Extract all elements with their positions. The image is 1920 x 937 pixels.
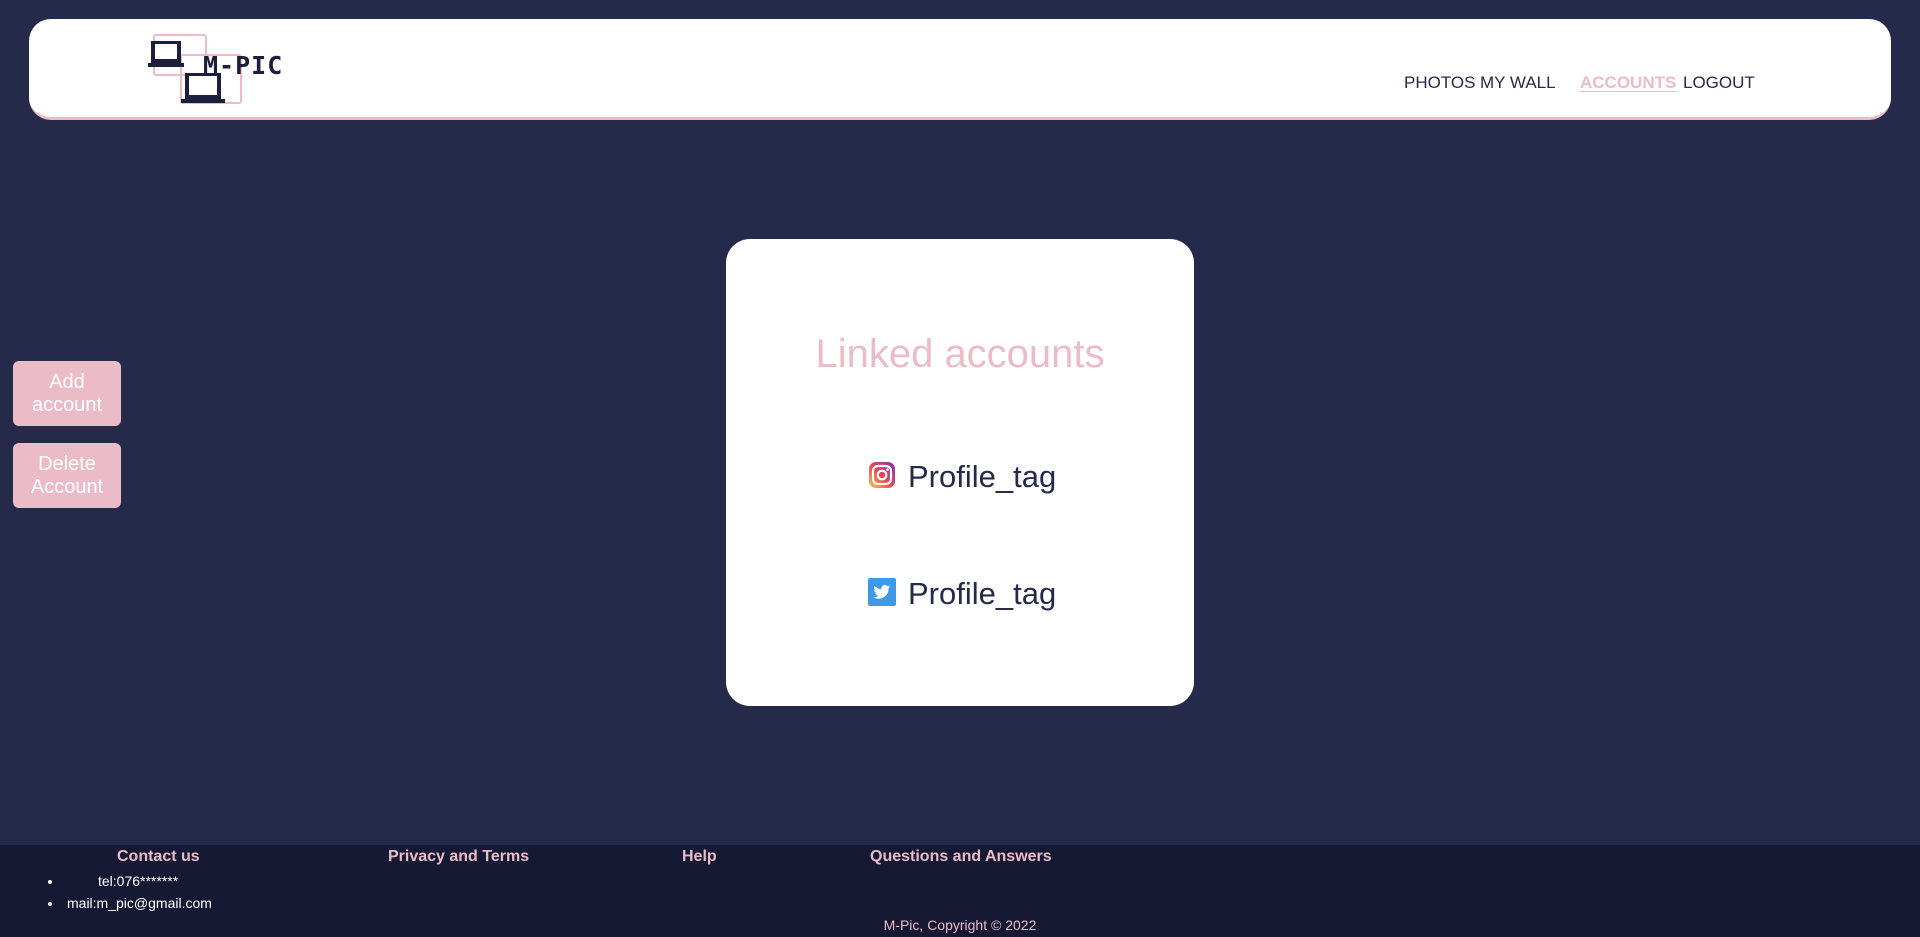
footer-privacy-link[interactable]: Privacy and Terms	[388, 848, 529, 866]
footer: Contact us Privacy and Terms Help Questi…	[0, 845, 1920, 937]
account-tag-twitter: Profile_tag	[908, 576, 1057, 611]
twitter-icon	[868, 578, 896, 606]
footer-copyright: M-Pic, Copyright © 2022	[883, 917, 1037, 933]
top-header: M-PIC PHOTOS MY WALL ACCOUNTS LOGOUT	[29, 19, 1891, 120]
footer-phone: tel:076*******	[63, 870, 212, 892]
nav-my-wall[interactable]: MY WALL	[1480, 73, 1556, 93]
delete-account-button[interactable]: Delete Account	[13, 443, 121, 508]
add-account-label-2: account	[31, 393, 103, 416]
footer-qa-link[interactable]: Questions and Answers	[870, 848, 1052, 866]
delete-account-label-1: Delete	[38, 452, 96, 475]
footer-help-link[interactable]: Help	[682, 848, 717, 866]
brand-name: M-PIC	[203, 51, 284, 80]
delete-account-label-2: Account	[30, 475, 104, 498]
footer-contact-list: tel:076******* mail:m_pic@gmail.com	[63, 870, 212, 914]
add-account-button[interactable]: Add account	[13, 361, 121, 426]
linked-accounts-card: Linked accounts Profile_tag Profile_tag	[726, 239, 1194, 706]
nav-photos[interactable]: PHOTOS	[1404, 73, 1475, 93]
card-title: Linked accounts	[815, 332, 1105, 376]
nav-logout[interactable]: LOGOUT	[1683, 73, 1755, 93]
account-row-instagram[interactable]: Profile_tag	[868, 459, 1068, 501]
footer-email: mail:m_pic@gmail.com	[63, 892, 212, 914]
footer-contact-heading[interactable]: Contact us	[117, 848, 200, 866]
add-account-label-1: Add	[49, 370, 85, 393]
instagram-icon	[869, 462, 895, 488]
nav-accounts[interactable]: ACCOUNTS	[1580, 73, 1676, 93]
main-nav: PHOTOS MY WALL ACCOUNTS LOGOUT	[1191, 73, 1891, 97]
account-tag-instagram: Profile_tag	[908, 459, 1057, 494]
account-row-twitter[interactable]: Profile_tag	[868, 576, 1068, 618]
